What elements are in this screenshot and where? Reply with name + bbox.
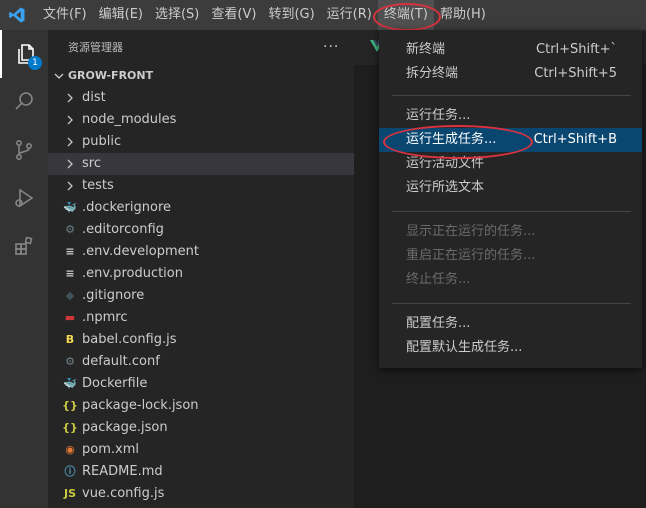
menu-separator	[392, 303, 631, 304]
menu-separator	[392, 211, 631, 212]
file-item[interactable]: Bbabel.config.js	[48, 329, 354, 351]
workspace-name: GROW-FRONT	[68, 69, 154, 82]
file-item[interactable]: ⚙ default.conf	[48, 351, 354, 373]
tree-item-label: dist	[82, 90, 106, 105]
file-item[interactable]: ⓘ README.md	[48, 461, 354, 483]
tree-item-label: public	[82, 134, 122, 149]
docker-icon: 🐳	[63, 377, 77, 390]
menu-configure-tasks[interactable]: 配置任务...	[379, 312, 642, 336]
menu-run-selected-text[interactable]: 运行所选文本	[379, 176, 642, 200]
menu-go[interactable]: 转到(G)	[262, 0, 320, 30]
file-item[interactable]: ≡ .env.production	[48, 263, 354, 285]
javascript-icon: JS	[63, 487, 76, 500]
title-bar: 文件(F) 编辑(E) 选择(S) 查看(V) 转到(G) 运行(R) 终端(T…	[0, 0, 646, 30]
menu-configure-default-build-task[interactable]: 配置默认生成任务...	[379, 336, 642, 360]
menu-separator	[392, 95, 631, 96]
file-item[interactable]: ▬ .npmrc	[48, 307, 354, 329]
file-tree: dist node_modulespublic src tests 🐳 .dockerig…	[48, 87, 354, 505]
babel-icon: B	[65, 333, 75, 346]
folder-item[interactable]: src	[48, 153, 354, 175]
menu-terminal[interactable]: 终端(T)	[377, 0, 434, 30]
gear-icon: ⚙	[65, 355, 75, 368]
file-item[interactable]: JS vue.config.js	[48, 483, 354, 505]
file-item[interactable]: ≡ .env.development	[48, 241, 354, 263]
tree-item-label: default.conf	[82, 354, 160, 369]
menu-split-terminal[interactable]: 拆分终端 Ctrl+Shift+5	[379, 62, 642, 86]
menu-show-running-tasks: 显示正在运行的任务...	[406, 224, 536, 239]
git-icon: ◆	[65, 289, 75, 302]
file-item[interactable]: ◆ .gitignore	[48, 285, 354, 307]
folder-item[interactable]: tests	[48, 175, 354, 197]
tree-item-label: tests	[82, 178, 114, 193]
menu-run-active-file[interactable]: 运行活动文件	[379, 152, 642, 176]
tree-item-label: .editorconfig	[82, 222, 164, 237]
tree-item-label: node_modules	[82, 112, 177, 127]
tree-item-label: package-lock.json	[82, 398, 199, 413]
search-icon	[15, 92, 33, 110]
folder-item[interactable]: dist	[48, 87, 354, 109]
menu-help[interactable]: 帮助(H)	[434, 0, 492, 30]
tree-item-label: .env.production	[82, 266, 183, 281]
docker-icon: 🐳	[63, 201, 77, 214]
run-debug-icon	[15, 188, 34, 208]
folder-item[interactable]: public	[48, 131, 354, 153]
file-item[interactable]: 🐳 Dockerfile	[48, 373, 354, 395]
menu-run[interactable]: 运行(R)	[321, 0, 378, 30]
file-item[interactable]: {} package-lock.json	[48, 395, 354, 417]
file-item[interactable]: ◉ pom.xml	[48, 439, 354, 461]
source-control-icon	[16, 139, 33, 160]
explorer-badge: 1	[28, 56, 42, 70]
json-icon: {}	[62, 399, 78, 412]
extensions-activity[interactable]	[0, 222, 48, 270]
menu-edit[interactable]: 编辑(E)	[93, 0, 149, 30]
rss-icon: ◉	[65, 443, 75, 456]
menu-selection[interactable]: 选择(S)	[149, 0, 205, 30]
info-icon: ⓘ	[64, 465, 76, 478]
vscode-logo-icon	[0, 0, 34, 30]
menu-run-task[interactable]: 运行任务...	[379, 104, 642, 128]
tree-item-label: pom.xml	[82, 442, 139, 457]
workspace-section-header[interactable]: GROW-FRONT	[48, 65, 354, 87]
explorer-title: 资源管理器	[68, 41, 123, 54]
menu-view[interactable]: 查看(V)	[205, 0, 262, 30]
extensions-icon	[15, 236, 33, 255]
tree-item-label: .dockerignore	[82, 200, 172, 215]
tree-item-label: README.md	[82, 464, 163, 479]
run-debug-activity[interactable]	[0, 174, 48, 222]
tree-item-label: src	[82, 156, 101, 171]
menu-new-terminal[interactable]: 新终端 Ctrl+Shift+`	[379, 38, 642, 62]
json-icon: {}	[62, 421, 78, 434]
file-item[interactable]: 🐳 .dockerignore	[48, 197, 354, 219]
source-control-activity[interactable]	[0, 126, 48, 174]
file-item[interactable]: ⚙ .editorconfig	[48, 219, 354, 241]
menu-restart-running-task: 重启正在运行的任务...	[406, 248, 536, 263]
explorer-sidebar: 资源管理器 ··· GROW-FRONT dist node_modulespub…	[48, 30, 354, 508]
more-actions-button[interactable]: ···	[323, 30, 339, 65]
tree-item-label: package.json	[82, 420, 168, 435]
menu-file[interactable]: 文件(F)	[37, 0, 93, 30]
explorer-header: 资源管理器 ···	[48, 30, 354, 65]
tree-item-label: vue.config.js	[82, 486, 165, 501]
search-activity[interactable]	[0, 78, 48, 126]
tree-item-label: .env.development	[82, 244, 199, 259]
tree-item-label: Dockerfile	[82, 376, 148, 391]
folder-item[interactable]: node_modules	[48, 109, 354, 131]
tree-item-label: .npmrc	[82, 310, 128, 325]
terminal-dropdown-menu: 新终端 Ctrl+Shift+` 拆分终端 Ctrl+Shift+5 运行任务.…	[379, 30, 642, 368]
explorer-activity[interactable]: 1	[0, 30, 48, 78]
menu-terminate-task: 终止任务...	[406, 272, 471, 287]
settings-file-icon: ≡	[65, 267, 75, 280]
npm-icon: ▬	[64, 311, 76, 324]
gear-icon: ⚙	[65, 223, 75, 236]
tree-item-label: babel.config.js	[82, 332, 177, 347]
menu-run-build-task[interactable]: 运行生成任务... Ctrl+Shift+B	[379, 128, 642, 152]
activity-bar: 1	[0, 30, 48, 508]
tree-item-label: .gitignore	[82, 288, 145, 303]
settings-file-icon: ≡	[65, 245, 75, 258]
file-item[interactable]: {} package.json	[48, 417, 354, 439]
